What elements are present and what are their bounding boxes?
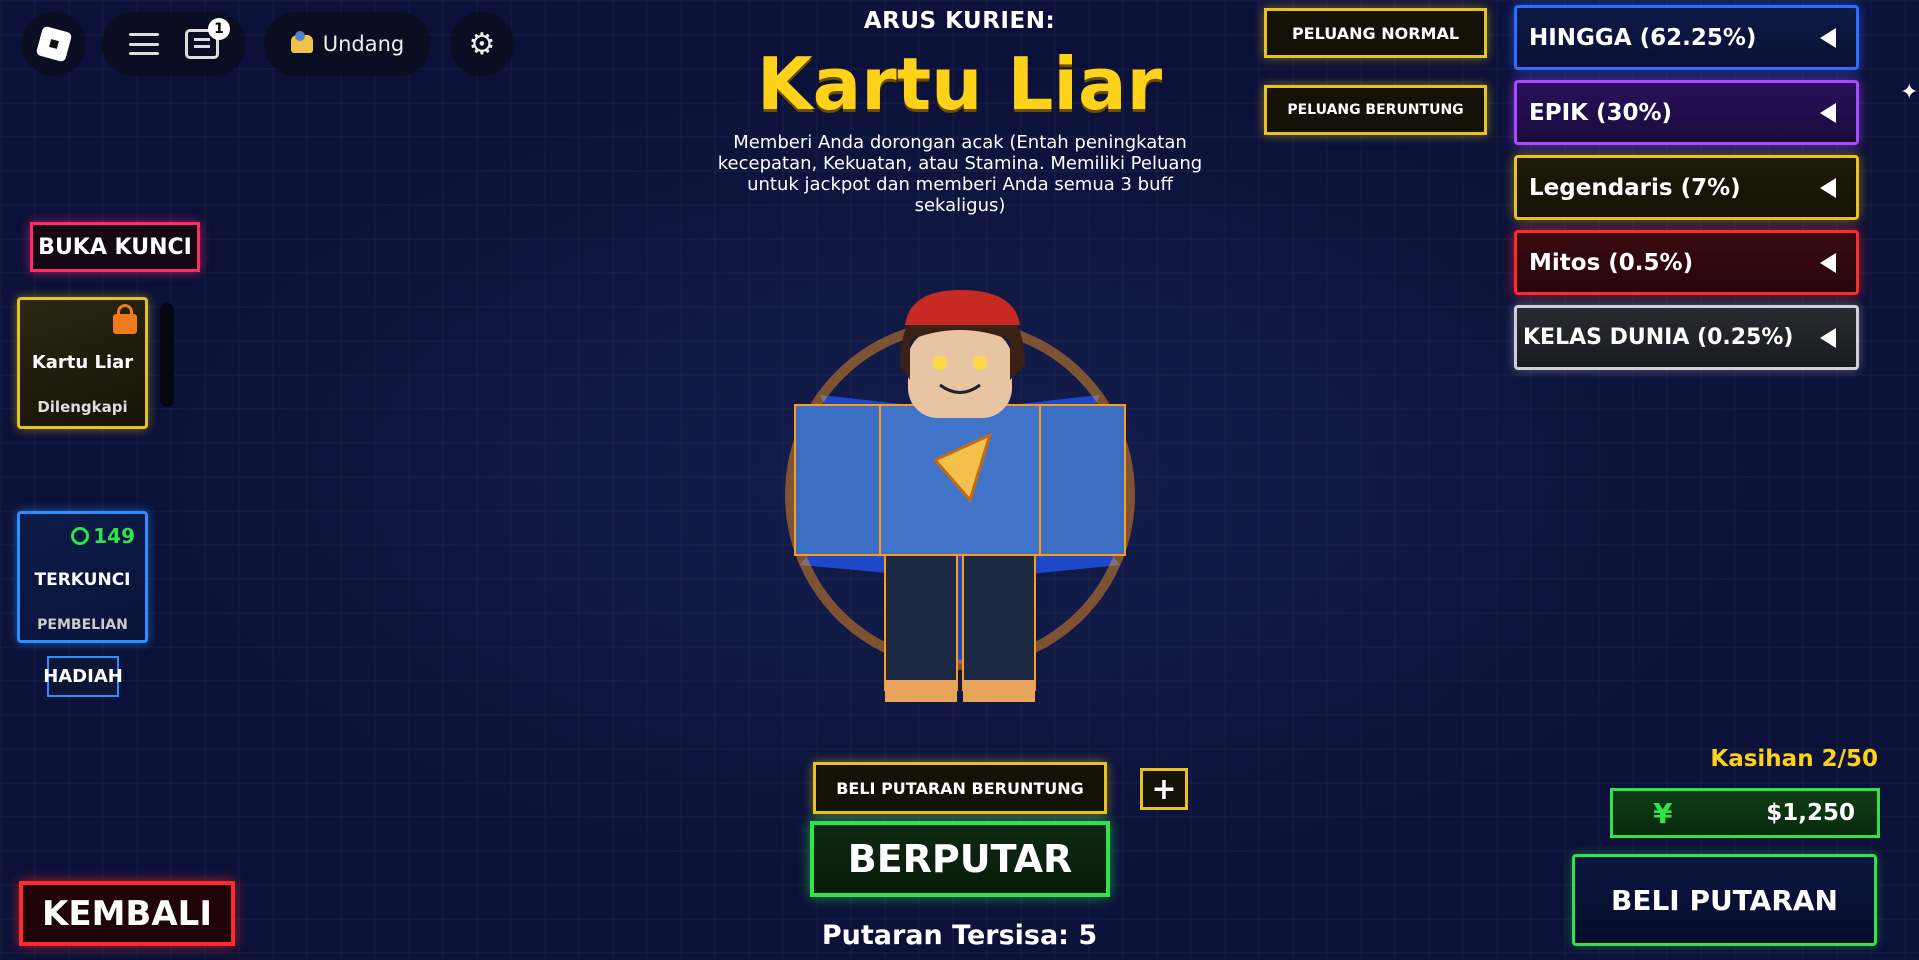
slot-scrollbar[interactable] (160, 303, 174, 407)
slot-status: Dilengkapi (37, 398, 128, 416)
left-eye (933, 356, 947, 370)
currency-balance: ¥ $1,250 (1610, 788, 1880, 838)
triangle-left-icon (1820, 252, 1836, 273)
slot-price-value: 149 (93, 524, 135, 548)
pity-counter: Kasihan 2/50 (1710, 746, 1878, 772)
slot-price: 149 (71, 524, 135, 548)
ability-description: Memberi Anda dorongan acak (Entah pening… (717, 132, 1203, 216)
robux-icon (71, 527, 90, 545)
red-cap (905, 290, 1020, 325)
rarity-dropdown-legendaris[interactable]: Legendaris (7%) (1514, 155, 1859, 220)
plus-icon: + (1151, 771, 1177, 807)
gift-button[interactable]: HADIAH (43, 656, 123, 697)
spin-button[interactable]: BERPUTAR (810, 821, 1110, 897)
unlock-button[interactable]: BUKA KUNCI (30, 222, 200, 272)
back-button[interactable]: KEMBALI (19, 881, 235, 946)
head (908, 330, 1012, 418)
rarity-label: Mitos (0.5%) (1529, 249, 1694, 276)
slot-name: TERKUNCI (34, 570, 131, 590)
left-leg (884, 549, 958, 691)
rarity-label: EPIK (30%) (1529, 99, 1673, 126)
right-eye (973, 356, 987, 370)
rarity-dropdown-kelas-dunia[interactable]: KELAS DUNIA (0.25%) (1514, 305, 1859, 370)
rarity-label: Legendaris (7%) (1529, 174, 1741, 201)
lucky-odds-button[interactable]: PELUANG BERUNTUNG (1264, 85, 1487, 135)
balance-value: $1,250 (1766, 800, 1855, 826)
ability-slot-locked[interactable]: 149 TERKUNCI PEMBELIAN (17, 511, 148, 643)
normal-odds-button[interactable]: PELUANG NORMAL (1264, 8, 1487, 58)
right-shoe (963, 680, 1035, 702)
rarity-dropdown-hingga[interactable]: HINGGA (62.25%) (1514, 5, 1859, 70)
buy-lucky-spin-button[interactable]: BELI PUTARAN BERUNTUNG (813, 762, 1107, 814)
lock-icon (113, 304, 137, 334)
triangle-left-icon (1820, 327, 1836, 348)
partial-icon: ✦ (1900, 80, 1919, 105)
triangle-left-icon (1820, 27, 1836, 48)
slot-status: PEMBELIAN (37, 617, 128, 633)
left-arm (794, 404, 881, 556)
plus-button[interactable]: + (1140, 768, 1188, 810)
right-arm (1039, 404, 1126, 556)
ability-slot-equipped[interactable]: Kartu Liar Dilengkapi (17, 297, 148, 429)
buy-spin-button[interactable]: BELI PUTARAN (1572, 854, 1877, 946)
slot-name: Kartu Liar (31, 352, 134, 373)
left-shoe (885, 680, 957, 702)
rarity-dropdown-epik[interactable]: EPIK (30%) (1514, 80, 1859, 145)
yen-icon: ¥ (1653, 796, 1673, 830)
rarity-label: KELAS DUNIA (0.25%) (1523, 325, 1794, 350)
right-leg (962, 549, 1036, 691)
character-avatar (785, 290, 1135, 702)
rarity-label: HINGGA (62.25%) (1529, 24, 1757, 51)
rarity-dropdown-mitos[interactable]: Mitos (0.5%) (1514, 230, 1859, 295)
triangle-left-icon (1820, 177, 1836, 198)
triangle-left-icon (1820, 102, 1836, 123)
